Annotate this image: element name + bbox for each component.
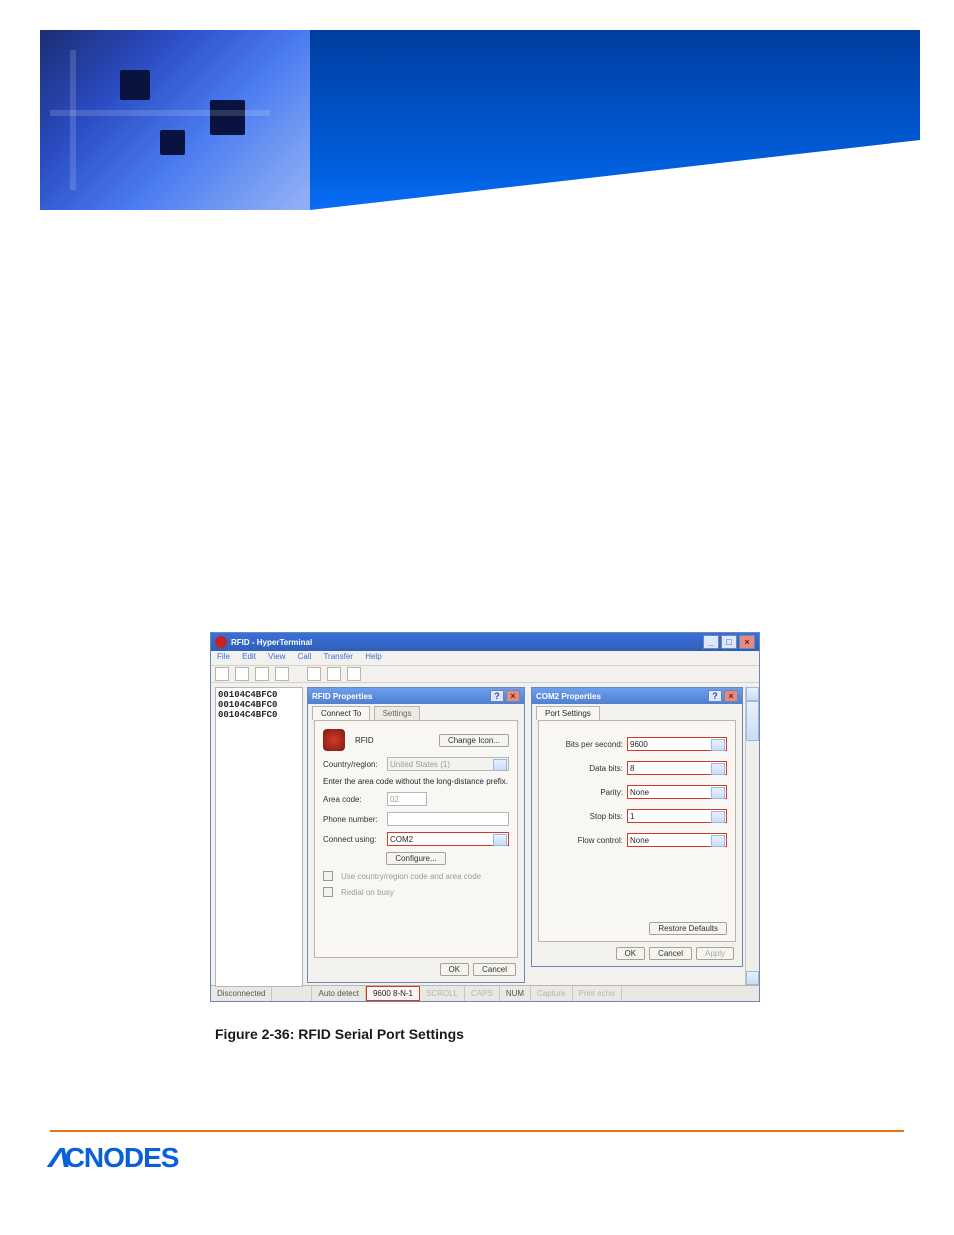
close-button[interactable]: × — [506, 690, 520, 702]
menu-transfer[interactable]: Transfer — [323, 652, 353, 661]
tab-connect-to[interactable]: Connect To — [312, 706, 370, 720]
term-line: 00104C4BFC0 — [218, 700, 300, 710]
status-scroll: SCROLL — [420, 986, 465, 1001]
scrollbar-down-arrow-icon[interactable] — [746, 971, 759, 985]
flow-control-select[interactable]: None — [627, 833, 727, 847]
logo-text: CNODES — [65, 1142, 179, 1173]
minimize-button[interactable]: _ — [703, 635, 719, 649]
terminal-output: 00104C4BFC0 00104C4BFC0 00104C4BFC0 — [215, 687, 303, 987]
parity-select[interactable]: None — [627, 785, 727, 799]
cancel-button[interactable]: Cancel — [649, 947, 692, 960]
statusbar: Disconnected Auto detect 9600 8-N-1 SCRO… — [211, 985, 759, 1001]
banner-pcb-image — [40, 30, 310, 210]
page-header-banner — [40, 30, 920, 210]
area-code-input[interactable]: 02 — [387, 792, 427, 806]
close-button[interactable]: × — [739, 635, 755, 649]
configure-button[interactable]: Configure... — [386, 852, 445, 865]
area-code-hint: Enter the area code without the long-dis… — [323, 777, 508, 786]
figure-caption: Figure 2-36: RFID Serial Port Settings — [215, 1026, 464, 1042]
ok-button[interactable]: OK — [616, 947, 646, 960]
toolbar — [211, 665, 759, 683]
use-country-code-checkbox[interactable] — [323, 871, 333, 881]
status-autodetect: Auto detect — [312, 986, 365, 1001]
hyperterminal-window: RFID - HyperTerminal _ □ × File Edit Vie… — [210, 632, 760, 1002]
parity-label: Parity: — [563, 788, 623, 797]
connect-using-label: Connect using: — [323, 835, 383, 844]
toolbar-send-icon[interactable] — [307, 667, 321, 681]
status-caps: CAPS — [465, 986, 500, 1001]
toolbar-new-icon[interactable] — [215, 667, 229, 681]
rfid-properties-dialog: RFID Properties ? × Connect To Settings … — [307, 687, 525, 983]
status-connection: Disconnected — [211, 986, 272, 1001]
vertical-scrollbar[interactable] — [745, 687, 759, 985]
dialog-pane: RFID Change Icon... Country/region: Unit… — [314, 720, 518, 958]
flow-control-label: Flow control: — [563, 836, 623, 845]
menu-help[interactable]: Help — [365, 652, 381, 661]
telephone-icon — [323, 729, 345, 751]
dialog-titlebar: RFID Properties ? × — [308, 688, 524, 704]
connection-name: RFID — [355, 736, 374, 745]
scrollbar-up-arrow-icon[interactable] — [746, 687, 759, 701]
dialog-tabs: Connect To Settings — [308, 704, 524, 720]
toolbar-open-icon[interactable] — [235, 667, 249, 681]
phone-label: Phone number: — [323, 815, 383, 824]
country-select[interactable]: United States (1) — [387, 757, 509, 771]
window-titlebar: RFID - HyperTerminal _ □ × — [211, 633, 759, 651]
status-capture: Capture — [531, 986, 572, 1001]
ok-button[interactable]: OK — [440, 963, 470, 976]
restore-defaults-button[interactable]: Restore Defaults — [649, 922, 727, 935]
stop-bits-select[interactable]: 1 — [627, 809, 727, 823]
banner-gradient — [310, 30, 920, 210]
help-button[interactable]: ? — [490, 690, 504, 702]
menu-file[interactable]: File — [217, 652, 230, 661]
status-num: NUM — [500, 986, 531, 1001]
dialog-pane: Bits per second: 9600 Data bits: 8 Parit… — [538, 720, 736, 942]
toolbar-properties-icon[interactable] — [347, 667, 361, 681]
data-bits-label: Data bits: — [563, 764, 623, 773]
bits-per-second-select[interactable]: 9600 — [627, 737, 727, 751]
stop-bits-label: Stop bits: — [563, 812, 623, 821]
use-country-code-label: Use country/region code and area code — [341, 872, 481, 881]
connect-using-select[interactable]: COM2 — [387, 832, 509, 846]
menubar: File Edit View Call Transfer Help — [211, 651, 759, 665]
data-bits-select[interactable]: 8 — [627, 761, 727, 775]
redial-on-busy-label: Redial on busy — [341, 888, 394, 897]
close-button[interactable]: × — [724, 690, 738, 702]
cancel-button[interactable]: Cancel — [473, 963, 516, 976]
tab-port-settings[interactable]: Port Settings — [536, 706, 600, 720]
bps-label: Bits per second: — [563, 740, 623, 749]
dialog-title: RFID Properties — [312, 692, 372, 701]
help-button[interactable]: ? — [708, 690, 722, 702]
logo-a-glyph: Λ — [48, 1142, 69, 1174]
menu-edit[interactable]: Edit — [242, 652, 256, 661]
client-area: 00104C4BFC0 00104C4BFC0 00104C4BFC0 RFID… — [211, 683, 759, 985]
toolbar-hangup-icon[interactable] — [275, 667, 289, 681]
apply-button[interactable]: Apply — [696, 947, 734, 960]
dialog-titlebar: COM2 Properties ? × — [532, 688, 742, 704]
redial-on-busy-checkbox[interactable] — [323, 887, 333, 897]
app-icon — [215, 636, 227, 648]
menu-call[interactable]: Call — [298, 652, 312, 661]
footer-divider — [50, 1130, 904, 1132]
window-title: RFID - HyperTerminal — [231, 638, 312, 647]
term-line: 00104C4BFC0 — [218, 710, 300, 720]
status-serial-mode: 9600 8-N-1 — [366, 986, 420, 1001]
dialog-title: COM2 Properties — [536, 692, 601, 701]
scrollbar-thumb[interactable] — [746, 701, 759, 741]
acnodes-logo: ΛCNODES — [50, 1142, 178, 1174]
term-line: 00104C4BFC0 — [218, 690, 300, 700]
status-print-echo: Print echo — [573, 986, 622, 1001]
menu-view[interactable]: View — [268, 652, 285, 661]
change-icon-button[interactable]: Change Icon... — [439, 734, 509, 747]
phone-input[interactable] — [387, 812, 509, 826]
com2-properties-dialog: COM2 Properties ? × Port Settings Bits p… — [531, 687, 743, 967]
toolbar-receive-icon[interactable] — [327, 667, 341, 681]
country-label: Country/region: — [323, 760, 383, 769]
area-code-label: Area code: — [323, 795, 383, 804]
dialog-tabs: Port Settings — [532, 704, 742, 720]
toolbar-call-icon[interactable] — [255, 667, 269, 681]
maximize-button[interactable]: □ — [721, 635, 737, 649]
tab-settings[interactable]: Settings — [374, 706, 421, 720]
